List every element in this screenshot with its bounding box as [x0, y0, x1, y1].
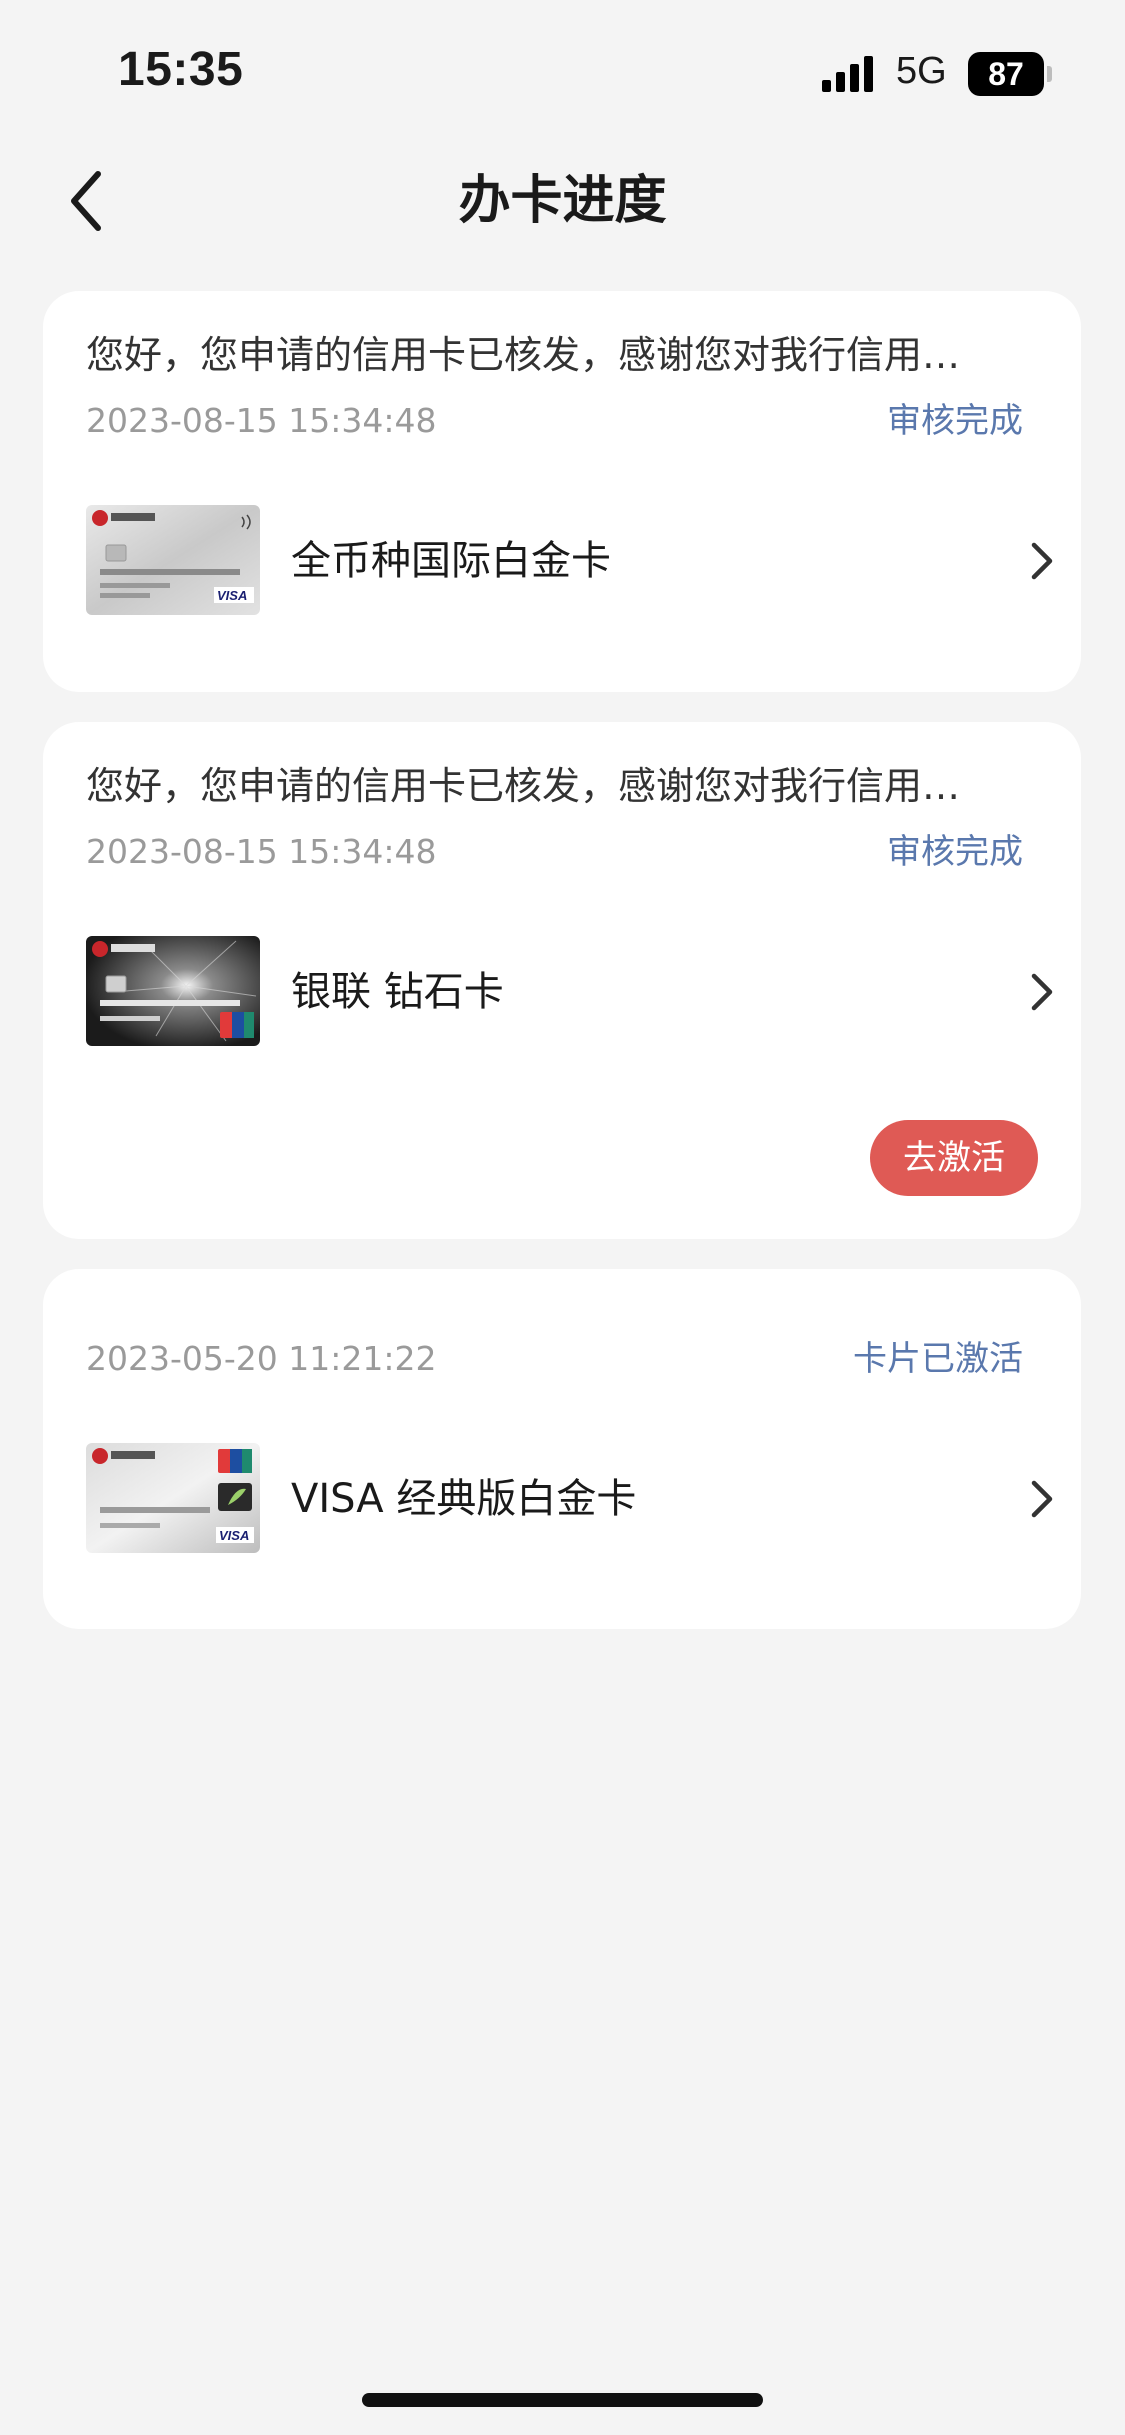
credit-card-name: 银联 钻石卡 — [291, 969, 504, 1015]
credit-card-image — [86, 936, 260, 1046]
credit-card-row[interactable]: VISA VISA 经典版白金卡 — [86, 1443, 1066, 1555]
chevron-right-icon — [1031, 973, 1053, 1011]
back-chevron-icon[interactable] — [60, 166, 120, 236]
battery-tip — [1047, 66, 1052, 82]
status-time: 15:35 — [118, 43, 244, 96]
credit-card-name: VISA 经典版白金卡 — [291, 1476, 637, 1522]
navigation-bar: 办卡进度 — [0, 150, 1125, 250]
application-card: 您好，您申请的信用卡已核发，感谢您对我行信用… 2023-08-15 15:34… — [43, 291, 1081, 692]
application-status: 审核完成 — [887, 832, 1023, 872]
svg-text:VISA: VISA — [219, 1528, 249, 1543]
status-bar: 15:35 5G 87 — [0, 0, 1125, 140]
cellular-signal-icon — [822, 56, 873, 92]
network-type-label: 5G — [896, 50, 947, 92]
credit-card-row[interactable]: VISA 全币种国际白金卡 — [86, 505, 1066, 617]
battery-level: 87 — [968, 52, 1044, 96]
page-title: 办卡进度 — [458, 171, 667, 231]
credit-card-row[interactable]: 银联 钻石卡 — [86, 936, 1066, 1048]
application-card: 您好，您申请的信用卡已核发，感谢您对我行信用… 2023-08-15 15:34… — [43, 722, 1081, 1239]
application-card: 2023-05-20 11:21:22 卡片已激活 VISA VISA 经典版白… — [43, 1269, 1081, 1629]
application-message: 您好，您申请的信用卡已核发，感谢您对我行信用… — [86, 764, 961, 808]
application-timestamp: 2023-05-20 11:21:22 — [86, 1339, 437, 1378]
chevron-right-icon — [1031, 1480, 1053, 1518]
application-status: 卡片已激活 — [853, 1339, 1023, 1379]
credit-card-name: 全币种国际白金卡 — [291, 538, 611, 584]
application-status: 审核完成 — [887, 401, 1023, 441]
application-timestamp: 2023-08-15 15:34:48 — [86, 832, 437, 871]
application-timestamp: 2023-08-15 15:34:48 — [86, 401, 437, 440]
chevron-right-icon — [1031, 542, 1053, 580]
credit-card-image: VISA — [86, 505, 260, 615]
activate-card-button[interactable]: 去激活 — [870, 1120, 1038, 1196]
home-indicator[interactable] — [362, 2393, 763, 2407]
application-message: 您好，您申请的信用卡已核发，感谢您对我行信用… — [86, 333, 961, 377]
svg-text:VISA: VISA — [217, 588, 247, 603]
battery-icon: 87 — [968, 52, 1052, 96]
credit-card-image: VISA — [86, 1443, 260, 1553]
